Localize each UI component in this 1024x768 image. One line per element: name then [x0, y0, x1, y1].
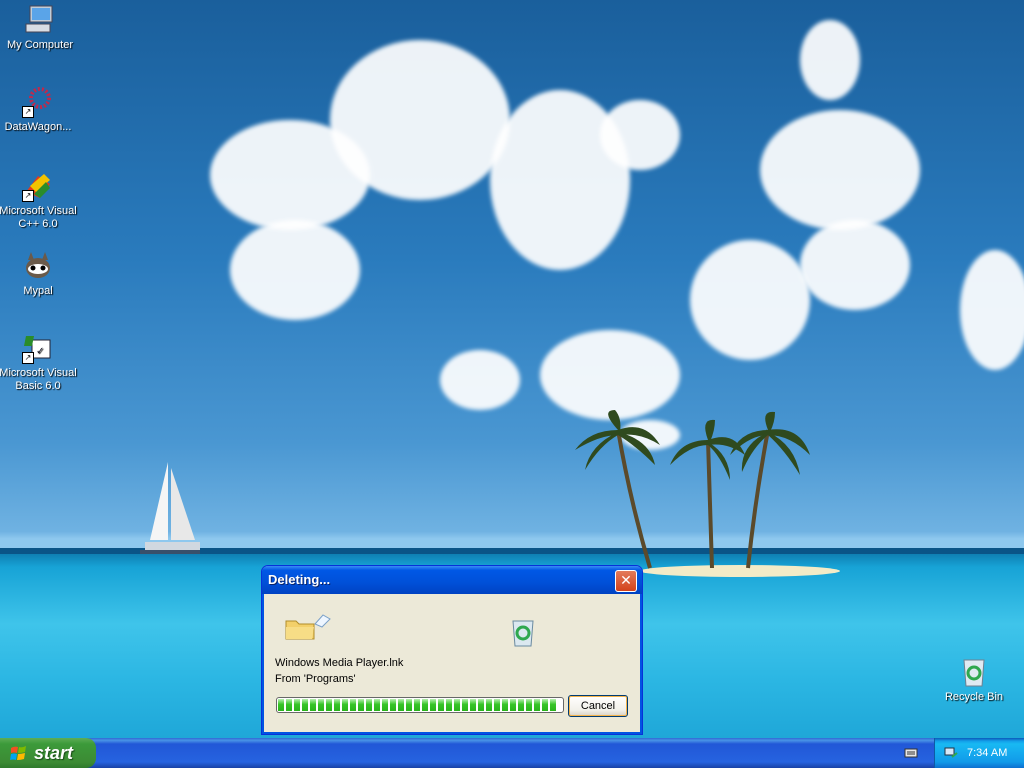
- progress-segment: [438, 699, 444, 711]
- progress-segment: [334, 699, 340, 711]
- progress-segment: [398, 699, 404, 711]
- cloud: [230, 220, 360, 320]
- progress-segment: [478, 699, 484, 711]
- recycle-bin-icon: [958, 656, 990, 688]
- progress-bar: [276, 697, 564, 713]
- cloud: [960, 250, 1024, 370]
- desktop-icon-datawagon[interactable]: ↗ DataWagon...: [0, 86, 78, 134]
- progress-segment: [302, 699, 308, 711]
- progress-segment: [526, 699, 532, 711]
- desktop-icon-label: Microsoft Visual Basic 6.0: [0, 367, 77, 392]
- desktop-icon-label: DataWagon...: [4, 121, 72, 133]
- file-name: Windows Media Player.lnk: [275, 657, 404, 669]
- cloud: [440, 350, 520, 410]
- progress-segment: [430, 699, 436, 711]
- progress-segment: [366, 699, 372, 711]
- cloud: [760, 110, 920, 230]
- progress-segment: [374, 699, 380, 711]
- progress-segment: [318, 699, 324, 711]
- cancel-button[interactable]: Cancel: [568, 695, 628, 717]
- progress-segment: [310, 699, 316, 711]
- shortcut-arrow-icon: ↗: [22, 352, 34, 364]
- mypal-icon: [22, 250, 54, 282]
- desktop-icon-visual-cpp[interactable]: ↗ Microsoft Visual C++ 6.0: [0, 170, 78, 231]
- close-icon: ✕: [620, 573, 632, 589]
- progress-segment: [494, 699, 500, 711]
- progress-segment: [358, 699, 364, 711]
- desktop-icon-visual-basic[interactable]: ✓ ↗ Microsoft Visual Basic 6.0: [0, 332, 78, 393]
- progress-segment: [454, 699, 460, 711]
- system-tray: 7:34 AM: [934, 738, 1024, 768]
- desktop-icon-label: Microsoft Visual C++ 6.0: [0, 205, 77, 230]
- deleting-dialog: Deleting... ✕ Windows Media Player.lnk F…: [261, 565, 643, 735]
- progress-segment: [518, 699, 524, 711]
- desktop-icon-label: My Computer: [6, 39, 74, 51]
- windows-logo-icon: [10, 746, 26, 760]
- progress-segment: [278, 699, 284, 711]
- start-button[interactable]: start: [0, 738, 96, 768]
- cloud: [600, 100, 680, 170]
- progress-segment: [350, 699, 356, 711]
- progress-segment: [550, 699, 556, 711]
- progress-segment: [406, 699, 412, 711]
- visual-cpp-icon: ↗: [22, 170, 54, 202]
- start-label: start: [34, 743, 74, 763]
- desktop-icon-my-computer[interactable]: My Computer: [0, 4, 80, 52]
- progress-segment: [414, 699, 420, 711]
- visual-basic-icon: ✓ ↗: [22, 332, 54, 364]
- clock[interactable]: 7:34 AM: [967, 738, 1007, 768]
- from-location: From 'Programs': [275, 673, 356, 685]
- progress-segment: [534, 699, 540, 711]
- progress-segment: [470, 699, 476, 711]
- svg-text:✓: ✓: [36, 346, 44, 357]
- progress-segment: [382, 699, 388, 711]
- desktop-icon-label: Recycle Bin: [944, 691, 1004, 703]
- cloud: [800, 20, 860, 100]
- datawagon-icon: ↗: [22, 86, 54, 118]
- progress-segment: [510, 699, 516, 711]
- my-computer-icon: [24, 4, 56, 36]
- shortcut-arrow-icon: ↗: [22, 190, 34, 202]
- dialog-titlebar[interactable]: Deleting...: [262, 566, 642, 594]
- cloud: [800, 220, 910, 310]
- progress-segment: [446, 699, 452, 711]
- progress-segment: [390, 699, 396, 711]
- progress-segment: [502, 699, 508, 711]
- recycle-bin-icon: [512, 620, 534, 647]
- cloud: [330, 40, 510, 200]
- cloud: [690, 240, 810, 360]
- palm-trees: [575, 410, 810, 569]
- progress-segment: [462, 699, 468, 711]
- progress-segment: [486, 699, 492, 711]
- progress-fill: [278, 699, 562, 711]
- flying-document-icon: [314, 614, 331, 628]
- desktop-icon-label: Mypal: [23, 285, 53, 297]
- progress-segment: [294, 699, 300, 711]
- progress-segment: [542, 699, 548, 711]
- desktop-icon-recycle-bin[interactable]: Recycle Bin: [934, 656, 1014, 704]
- desktop-icon-mypal[interactable]: Mypal: [0, 250, 78, 298]
- cloud: [540, 330, 680, 420]
- progress-segment: [342, 699, 348, 711]
- close-button[interactable]: ✕: [615, 570, 637, 592]
- sailboat: [140, 462, 200, 554]
- shortcut-arrow-icon: ↗: [22, 106, 34, 118]
- network-icon[interactable]: [943, 745, 959, 761]
- taskbar: start 7:34 AM: [0, 738, 1024, 768]
- progress-segment: [422, 699, 428, 711]
- progress-segment: [286, 699, 292, 711]
- dialog-title: Deleting...: [268, 572, 331, 587]
- dialog-body: Windows Media Player.lnk From 'Programs'…: [265, 594, 639, 731]
- folder-icon: [285, 620, 315, 640]
- keyboard-icon[interactable]: [904, 746, 918, 760]
- progress-segment: [326, 699, 332, 711]
